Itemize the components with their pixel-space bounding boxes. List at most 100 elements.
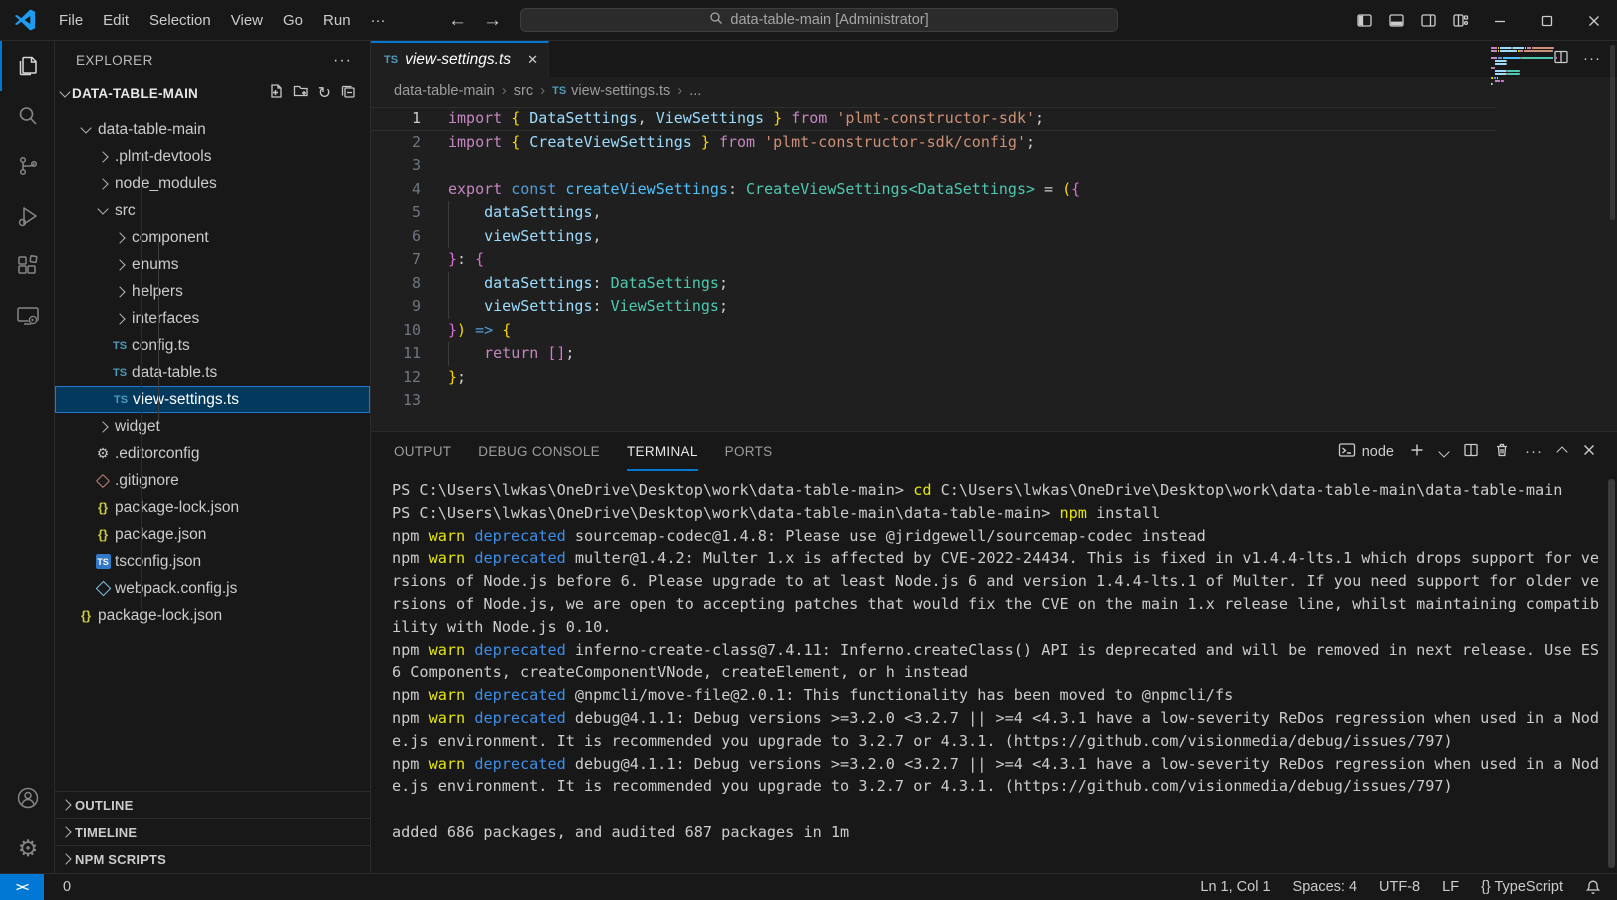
terminal-scrollbar[interactable] [1608,479,1615,868]
code-line-13[interactable]: 13 [371,389,1617,413]
ports-indicator[interactable]: 0 [52,879,77,895]
tree-item-interfaces[interactable]: interfaces [55,305,370,332]
tree-item-src[interactable]: src [55,197,370,224]
tab-view-settings[interactable]: TS view-settings.ts ✕ [371,41,549,77]
status-ln-1-col-1[interactable]: Ln 1, Col 1 [1194,879,1276,895]
editor-scrollbar[interactable] [1610,45,1615,220]
layout-sidebar-left-icon[interactable] [1348,0,1380,41]
activitybar-explorer[interactable] [0,41,54,91]
code-line-8[interactable]: 8 dataSettings: DataSettings; [371,272,1617,296]
menu-edit[interactable]: Edit [93,0,139,41]
tab-close-icon[interactable]: ✕ [527,52,538,68]
new-folder-button[interactable] [293,83,309,104]
code-line-7[interactable]: 7}: { [371,248,1617,272]
sidebar-section-outline[interactable]: OUTLINE [55,791,370,818]
tree-item-package-lock-json[interactable]: {}package-lock.json [55,494,370,521]
tree-item-tsconfig-json[interactable]: TStsconfig.json [55,548,370,575]
close-button[interactable] [1581,442,1597,463]
status--typescript[interactable]: {} TypeScript [1475,879,1569,895]
collapse-all-button[interactable] [340,83,356,104]
sidebar-section-npm-scripts[interactable]: NPM SCRIPTS [55,845,370,872]
tree-item-config-ts[interactable]: TSconfig.ts [55,332,370,359]
code-line-10[interactable]: 10}) => { [371,319,1617,343]
activitybar-settings[interactable]: ⚙ [0,823,54,873]
terminal-output[interactable]: PS C:\Users\lwkas\OneDrive\Desktop\work\… [392,479,1609,871]
code-line-11[interactable]: 11 return []; [371,342,1617,366]
terminal-profile[interactable]: node [1338,442,1394,462]
activitybar-remote-explorer[interactable] [0,291,54,341]
new-file-button[interactable] [268,83,284,104]
menu-selection[interactable]: Selection [139,0,221,41]
tree-item-package-lock-json[interactable]: {}package-lock.json [55,602,370,629]
tree-item-widget[interactable]: widget [55,413,370,440]
menu-file[interactable]: File [49,0,93,41]
tree-item--editorconfig[interactable]: ⚙.editorconfig [55,440,370,467]
breadcrumb-item[interactable]: ... [689,83,701,99]
more-button[interactable]: ··· [1525,443,1543,461]
menu-go[interactable]: Go [273,0,313,41]
panel-tab-debug-console[interactable]: DEBUG CONSOLE [478,433,600,471]
plus-button[interactable] [1409,442,1425,463]
activitybar-source-control[interactable] [0,141,54,191]
maximize-button[interactable] [1523,0,1570,41]
menu-view[interactable]: View [221,0,273,41]
tree-item-label: .gitignore [115,472,179,490]
sidebar-section-timeline[interactable]: TIMELINE [55,818,370,845]
code-line-6[interactable]: 6 viewSettings, [371,225,1617,249]
back-arrow-icon[interactable]: ← [448,10,467,32]
split-terminal-button[interactable] [1463,442,1479,463]
tree-item-component[interactable]: component [55,224,370,251]
explorer-section-header[interactable]: DATA-TABLE-MAIN ↻ [55,80,370,107]
code-line-2[interactable]: 2import { CreateViewSettings } from 'plm… [371,131,1617,155]
code-editor[interactable]: 1import { DataSettings, ViewSettings } f… [371,104,1617,435]
activitybar-accounts[interactable] [0,773,54,823]
trash-button[interactable] [1494,442,1510,463]
activitybar-run-debug[interactable] [0,191,54,241]
code-line-12[interactable]: 12}; [371,366,1617,390]
tree-item-package-json[interactable]: {}package.json [55,521,370,548]
minimap[interactable] [1491,47,1603,90]
tree-item-data-table-ts[interactable]: TSdata-table.ts [55,359,370,386]
panel-tab-terminal[interactable]: TERMINAL [627,433,698,471]
activitybar-extensions[interactable] [0,241,54,291]
breadcrumb-item[interactable]: src [514,83,533,99]
remote-indicator[interactable]: >< [0,874,44,900]
code-line-5[interactable]: 5 dataSettings, [371,201,1617,225]
breadcrumb-item[interactable]: TSview-settings.ts [552,83,670,99]
tree-item-enums[interactable]: enums [55,251,370,278]
breadcrumb-item[interactable]: data-table-main [394,83,495,99]
minimize-button[interactable] [1476,0,1523,41]
typescript-file-icon: TS [113,340,127,352]
close-button[interactable] [1570,0,1617,41]
tree-item--plmt-devtools[interactable]: .plmt-devtools [55,143,370,170]
code-line-4[interactable]: 4export const createViewSettings: Create… [371,178,1617,202]
panel-tab-output[interactable]: OUTPUT [394,433,451,471]
explorer-more-icon[interactable]: ··· [333,52,352,70]
tree-item-data-table-main[interactable]: data-table-main [55,116,370,143]
tree-item-view-settings-ts[interactable]: TSview-settings.ts [55,386,370,413]
chev-down-button[interactable] [1440,443,1448,461]
menu-run[interactable]: Run [313,0,361,41]
minimap-line [1491,50,1603,52]
command-center-search[interactable]: data-table-main [Administrator] [520,8,1118,32]
code-line-9[interactable]: 9 viewSettings: ViewSettings; [371,295,1617,319]
tree-item--gitignore[interactable]: .gitignore [55,467,370,494]
tree-item-webpack-config-js[interactable]: webpack.config.js [55,575,370,602]
layout-panel-icon[interactable] [1380,0,1412,41]
tree-item-helpers[interactable]: helpers [55,278,370,305]
chev-up-button[interactable] [1558,443,1566,461]
code-line-3[interactable]: 3 [371,154,1617,178]
panel-tab-ports[interactable]: PORTS [725,433,773,471]
notifications-bell[interactable] [1579,879,1607,895]
layout-customize-icon[interactable] [1444,0,1476,41]
status-lf[interactable]: LF [1436,879,1465,895]
status-spaces-4[interactable]: Spaces: 4 [1287,879,1364,895]
forward-arrow-icon[interactable]: → [483,10,502,32]
status-utf-8[interactable]: UTF-8 [1373,879,1426,895]
code-line-1[interactable]: 1import { DataSettings, ViewSettings } f… [371,107,1617,131]
activitybar-search[interactable] [0,91,54,141]
layout-sidebar-right-icon[interactable] [1412,0,1444,41]
menu-[interactable]: ··· [361,0,396,41]
refresh-button[interactable]: ↻ [318,85,331,103]
tree-item-node-modules[interactable]: node_modules [55,170,370,197]
